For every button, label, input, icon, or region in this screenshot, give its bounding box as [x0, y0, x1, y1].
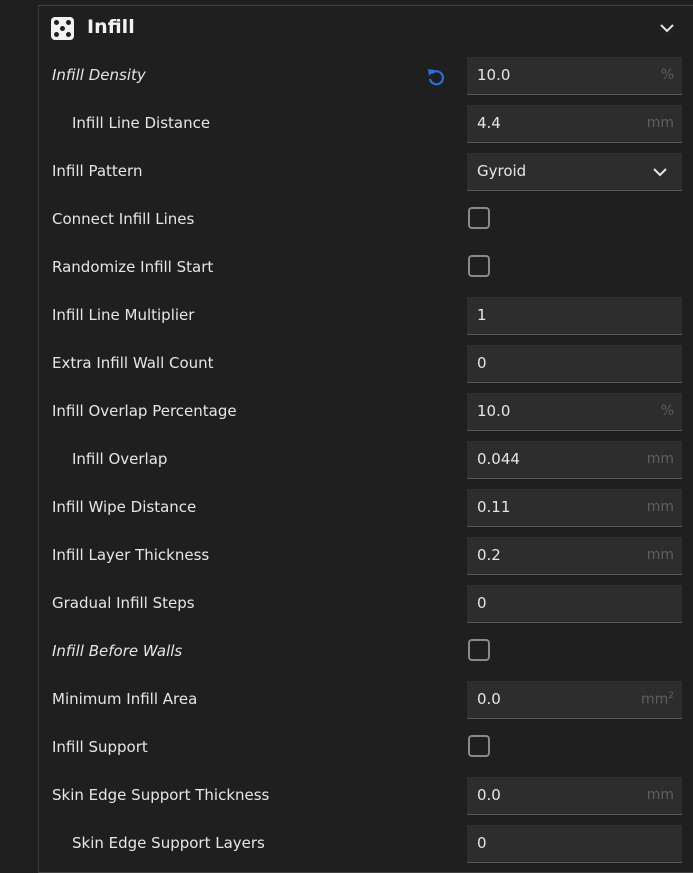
- unit-label: %: [660, 403, 674, 419]
- infill-pattern-select[interactable]: Gyroid: [467, 153, 682, 191]
- field-value: 0.2: [477, 546, 501, 564]
- setting-row-infill-pattern: Infill Pattern Gyroid: [39, 149, 693, 197]
- setting-row-infill-line-multiplier: Infill Line Multiplier 1: [39, 293, 693, 341]
- setting-label: Skin Edge Support Layers: [72, 834, 265, 852]
- infill-pattern-icon: [51, 17, 74, 40]
- field-value: Gyroid: [477, 162, 527, 180]
- extra-infill-wall-count-input[interactable]: 0: [467, 345, 682, 383]
- setting-row-randomize-infill-start: Randomize Infill Start: [39, 245, 693, 293]
- infill-line-multiplier-input[interactable]: 1: [467, 297, 682, 335]
- unit-label: mm: [646, 547, 674, 563]
- unit-label: mm: [646, 115, 674, 131]
- unit-label: mm: [646, 499, 674, 515]
- gradual-infill-steps-input[interactable]: 0: [467, 585, 682, 623]
- setting-label: Infill Line Distance: [72, 114, 211, 132]
- reset-icon[interactable]: [425, 66, 447, 88]
- setting-label: Infill Pattern: [52, 162, 143, 180]
- field-value: 1: [477, 306, 487, 324]
- unit-label: %: [660, 67, 674, 83]
- field-value: 10.0: [477, 66, 511, 84]
- unit-label: mm: [646, 451, 674, 467]
- setting-label: Randomize Infill Start: [52, 258, 214, 276]
- setting-row-gradual-infill-steps: Gradual Infill Steps 0: [39, 581, 693, 629]
- setting-label: Infill Overlap Percentage: [52, 402, 237, 420]
- setting-label: Skin Edge Support Thickness: [52, 786, 270, 804]
- field-value: 10.0: [477, 402, 511, 420]
- setting-row-infill-support: Infill Support: [39, 725, 693, 773]
- field-value: 4.4: [477, 114, 501, 132]
- infill-overlap-percentage-input[interactable]: 10.0%: [467, 393, 682, 431]
- infill-overlap-input[interactable]: 0.044 mm: [467, 441, 682, 479]
- setting-row-extra-infill-wall-count: Extra Infill Wall Count 0: [39, 341, 693, 389]
- setting-label: Infill Before Walls: [52, 642, 183, 660]
- setting-label: Infill Support: [52, 738, 148, 756]
- infill-support-checkbox[interactable]: [468, 735, 490, 757]
- field-value: 0: [477, 834, 487, 852]
- setting-row-infill-overlap-percentage: Infill Overlap Percentage 10.0%: [39, 389, 693, 437]
- skin-edge-support-thickness-input[interactable]: 0.0 mm: [467, 777, 682, 815]
- setting-row-infill-before-walls: Infill Before Walls: [39, 629, 693, 677]
- unit-label: mm: [646, 787, 674, 803]
- chevron-down-icon: [653, 168, 667, 177]
- setting-label: Infill Overlap: [72, 450, 168, 468]
- infill-settings-panel: Infill Infill Density 10.0% Infill Line Di…: [38, 5, 693, 873]
- infill-line-distance-input[interactable]: 4.4 mm: [467, 105, 682, 143]
- setting-label: Infill Layer Thickness: [52, 546, 210, 564]
- randomize-infill-start-checkbox[interactable]: [468, 255, 490, 277]
- chevron-down-icon[interactable]: [658, 19, 676, 37]
- setting-row-infill-wipe-distance: Infill Wipe Distance 0.11 mm: [39, 485, 693, 533]
- setting-label: Connect Infill Lines: [52, 210, 195, 228]
- infill-wipe-distance-input[interactable]: 0.11 mm: [467, 489, 682, 527]
- setting-label: Minimum Infill Area: [52, 690, 198, 708]
- setting-row-infill-density: Infill Density 10.0%: [39, 53, 693, 101]
- field-value: 0: [477, 594, 487, 612]
- infill-density-input[interactable]: 10.0%: [467, 57, 682, 95]
- setting-row-infill-overlap: Infill Overlap 0.044 mm: [39, 437, 693, 485]
- field-value: 0.0: [477, 786, 501, 804]
- connect-infill-lines-checkbox[interactable]: [468, 207, 490, 229]
- setting-row-skin-edge-support-thickness: Skin Edge Support Thickness 0.0 mm: [39, 773, 693, 821]
- setting-row-infill-line-distance: Infill Line Distance 4.4 mm: [39, 101, 693, 149]
- field-value: 0.0: [477, 690, 501, 708]
- setting-label: Infill Wipe Distance: [52, 498, 197, 516]
- category-title: Infill: [87, 16, 135, 38]
- field-value: 0.11: [477, 498, 511, 516]
- unit-label: mm2: [640, 691, 674, 708]
- setting-label: Gradual Infill Steps: [52, 594, 195, 612]
- skin-edge-support-layers-input[interactable]: 0: [467, 825, 682, 863]
- infill-category-header[interactable]: Infill: [39, 6, 693, 52]
- field-value: 0: [477, 354, 487, 372]
- setting-label: Infill Line Multiplier: [52, 306, 195, 324]
- setting-row-infill-layer-thickness: Infill Layer Thickness 0.2 mm: [39, 533, 693, 581]
- setting-row-minimum-infill-area: Minimum Infill Area 0.0 mm2: [39, 677, 693, 725]
- setting-label: Extra Infill Wall Count: [52, 354, 214, 372]
- field-value: 0.044: [477, 450, 520, 468]
- setting-label: Infill Density: [52, 66, 146, 84]
- infill-layer-thickness-input[interactable]: 0.2 mm: [467, 537, 682, 575]
- minimum-infill-area-input[interactable]: 0.0 mm2: [467, 681, 682, 719]
- infill-before-walls-checkbox[interactable]: [468, 639, 490, 661]
- setting-row-skin-edge-support-layers: Skin Edge Support Layers 0: [39, 821, 693, 869]
- setting-row-connect-infill-lines: Connect Infill Lines: [39, 197, 693, 245]
